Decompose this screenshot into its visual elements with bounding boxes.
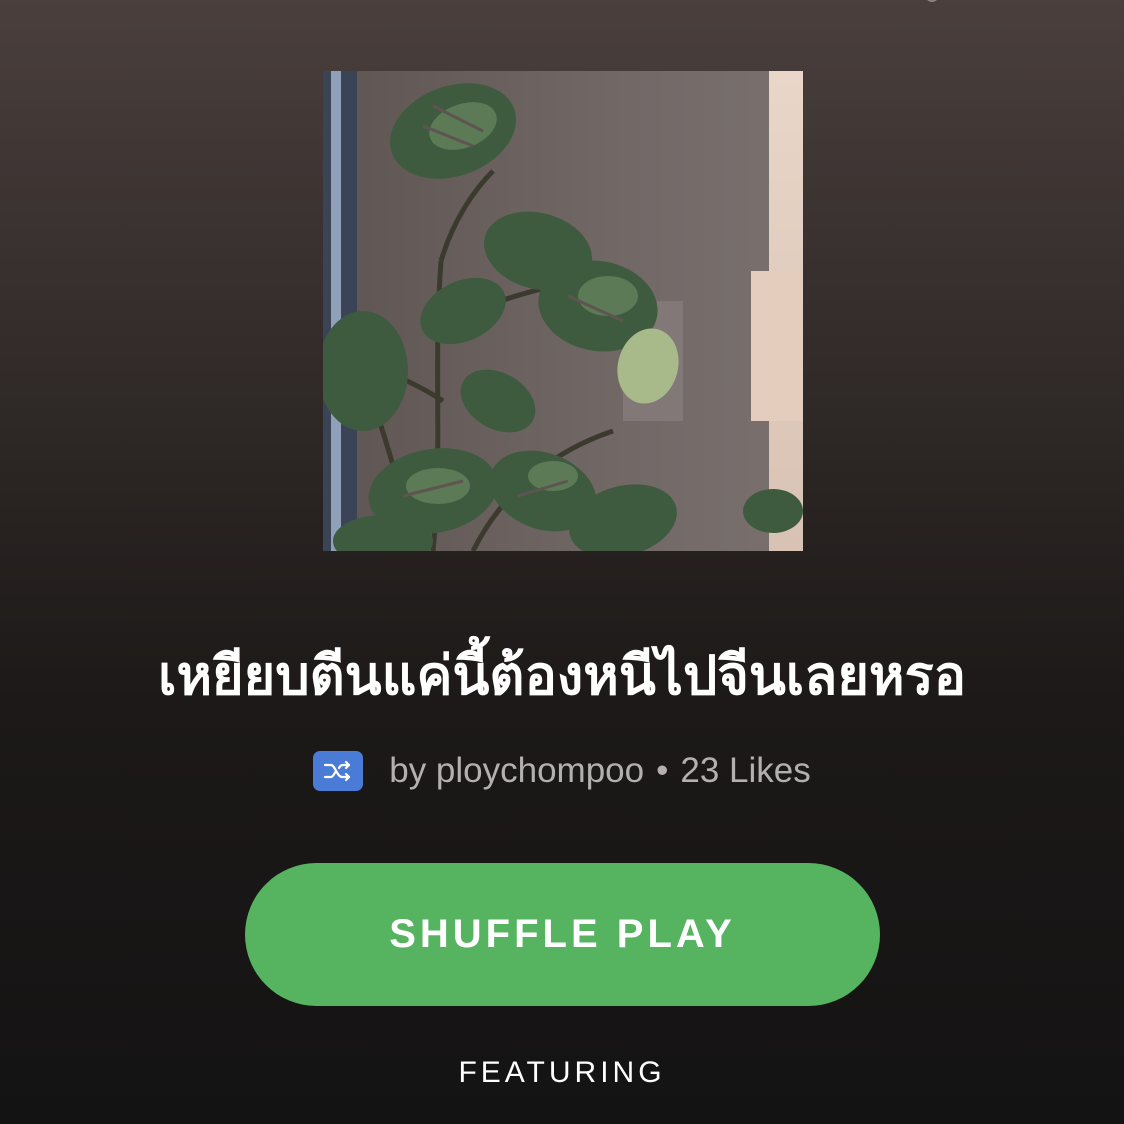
playlist-owner[interactable]: by ploychompoo [389,751,644,791]
featuring-heading: FEATURING [458,1056,666,1089]
playlist-cover-image [323,71,803,551]
playlist-likes: 23 Likes [680,751,811,790]
shuffle-icon [313,751,364,791]
playlist-title: เหยียบตีนแค่นี้ต้องหนีไปจีนเลยหรอ [157,644,967,707]
meta-separator: • [656,751,669,790]
shuffle-play-button[interactable]: SHUFFLE PLAY [245,863,880,1006]
shuffle-play-label: SHUFFLE PLAY [389,912,736,956]
playlist-meta: by ploychompoo • 23 Likes [0,746,1124,796]
status-indicator [925,0,939,2]
